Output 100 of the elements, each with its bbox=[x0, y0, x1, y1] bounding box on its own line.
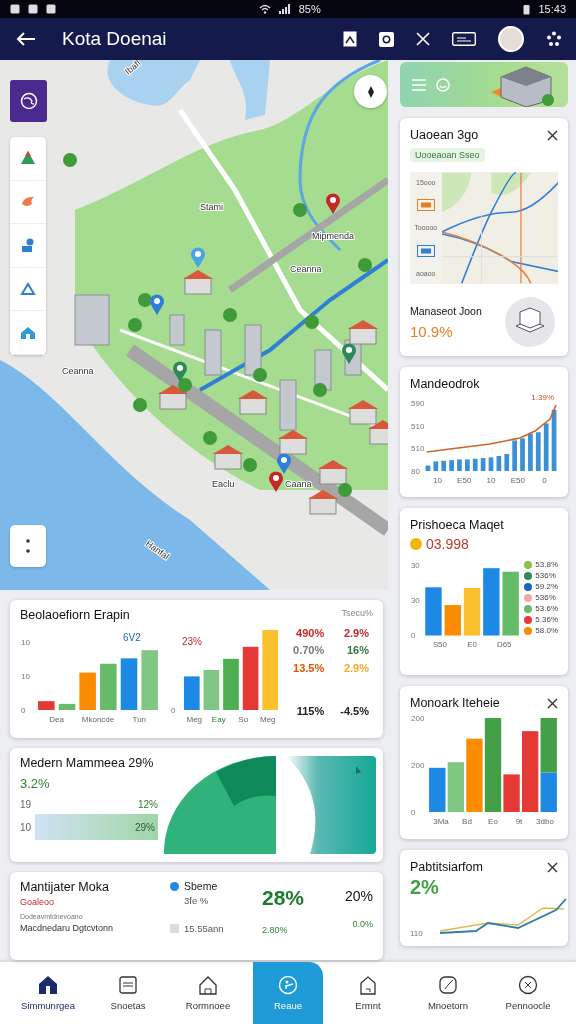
small-value: 2.80% bbox=[262, 925, 289, 935]
axis-label: 10 bbox=[21, 638, 30, 647]
chart-bar bbox=[38, 701, 55, 710]
card-title: Mandeodrok bbox=[410, 377, 481, 391]
axis-label: 3dbo bbox=[536, 817, 554, 826]
gauge-value: 3.2% bbox=[20, 776, 51, 791]
chart-bar bbox=[441, 460, 447, 471]
tree-drawing bbox=[293, 203, 307, 217]
more-icon bbox=[26, 539, 30, 553]
house-drawing bbox=[238, 390, 268, 415]
chart-bar bbox=[504, 454, 510, 471]
axis-label: So bbox=[238, 715, 249, 724]
map-label: Ceanna bbox=[290, 264, 322, 274]
value-label: 6V2 bbox=[123, 632, 141, 643]
nav-tab[interactable]: Ermnt bbox=[333, 962, 403, 1024]
battery-level: 85% bbox=[298, 3, 321, 15]
map-label: Caana bbox=[285, 479, 312, 489]
map-pin[interactable] bbox=[342, 343, 356, 364]
chart-bar bbox=[480, 458, 486, 471]
nav-tab[interactable]: Snoetas bbox=[93, 962, 163, 1024]
stat-value: 2.9% bbox=[343, 661, 369, 675]
card-title: Beolaoefiorn Erapin bbox=[20, 608, 130, 622]
chart-bar bbox=[79, 672, 96, 710]
axis-label: Mkoncde bbox=[81, 715, 115, 724]
back-arrow-icon[interactable] bbox=[16, 31, 36, 47]
house-drawing bbox=[318, 460, 348, 485]
small-value: 0.0% bbox=[351, 919, 373, 929]
nav-tab[interactable]: Simmunrgea bbox=[13, 962, 83, 1024]
tree-drawing bbox=[178, 378, 192, 392]
close-icon[interactable] bbox=[547, 861, 558, 873]
tree-drawing bbox=[133, 398, 147, 412]
record-icon[interactable] bbox=[379, 31, 394, 47]
map-pin[interactable] bbox=[269, 471, 283, 492]
chart-bar bbox=[457, 459, 462, 471]
tree-drawing bbox=[338, 483, 352, 497]
nav-tab[interactable]: Pennoocle bbox=[493, 962, 563, 1024]
home-icon bbox=[38, 975, 58, 995]
axis-label: Tun bbox=[132, 715, 147, 724]
close-icon[interactable] bbox=[547, 697, 558, 709]
chart-bar bbox=[58, 703, 76, 710]
axis-label: 19 bbox=[20, 799, 32, 810]
chart-bar bbox=[465, 459, 470, 471]
tree-drawing bbox=[358, 258, 372, 272]
house-drawing bbox=[213, 445, 243, 470]
chart-bar bbox=[535, 432, 541, 471]
tree-drawing bbox=[313, 383, 327, 397]
nav-tab[interactable]: Rormnoee bbox=[173, 962, 243, 1024]
chart-bar bbox=[512, 440, 517, 471]
card-icon[interactable] bbox=[452, 32, 476, 46]
map-pin[interactable] bbox=[326, 193, 340, 214]
tree-drawing bbox=[223, 308, 237, 322]
axis-label: 30 bbox=[411, 560, 420, 570]
tree-drawing bbox=[253, 368, 267, 382]
axis-label: 3Ma bbox=[433, 817, 449, 826]
layers-button[interactable] bbox=[10, 80, 47, 122]
map-label: Eaclu bbox=[212, 479, 235, 489]
metric-value: 10.9% bbox=[410, 322, 454, 340]
tower-drawing bbox=[204, 329, 222, 376]
stat-value: 2.9% bbox=[343, 627, 369, 641]
tree-drawing bbox=[128, 318, 142, 332]
metric-label: Manaseot Joon bbox=[410, 304, 482, 317]
tower-drawing bbox=[244, 324, 262, 376]
card-title: Mantijater Moka bbox=[20, 880, 110, 894]
map-pin[interactable] bbox=[191, 247, 205, 268]
chart-bar bbox=[223, 658, 239, 710]
tree-drawing bbox=[305, 315, 319, 329]
axis-label: 590 bbox=[411, 399, 425, 408]
stat-value: 115% bbox=[296, 704, 325, 718]
avatar[interactable] bbox=[498, 26, 524, 52]
axis-label: S50 bbox=[432, 640, 447, 650]
tower-drawing bbox=[279, 379, 297, 431]
image-icon[interactable] bbox=[343, 31, 357, 47]
card-subtitle: Goaleoo bbox=[20, 897, 56, 907]
card-detail: Macdnedaru Dgtcvtonn bbox=[20, 923, 115, 933]
value-label: 23% bbox=[182, 636, 202, 647]
map-pin[interactable] bbox=[150, 294, 164, 315]
axis-label: Meg bbox=[259, 715, 276, 724]
map-label: Ibafl bbox=[122, 60, 143, 77]
legend-label: 59.2% bbox=[535, 582, 558, 591]
status-chip: Uooeaoan Sseo bbox=[410, 148, 485, 162]
axis-label: E50 bbox=[457, 476, 472, 485]
stat-value: 16% bbox=[346, 644, 369, 658]
card-title: Uaoean 3go bbox=[410, 128, 479, 142]
axis-label: 200 bbox=[411, 761, 425, 770]
dots-menu-icon[interactable] bbox=[546, 31, 562, 47]
corner-label: Tsecu% bbox=[341, 608, 373, 618]
legend-square bbox=[170, 924, 179, 933]
screen-title: Kota Doenai bbox=[62, 28, 168, 50]
tower-drawing bbox=[169, 314, 185, 346]
map-pin[interactable] bbox=[173, 361, 187, 382]
house-drawing bbox=[308, 490, 338, 515]
nav-tab[interactable]: Mnoetorn bbox=[413, 962, 483, 1024]
axis-label: Meg bbox=[186, 715, 203, 724]
chart-bar bbox=[444, 605, 461, 636]
map-pin[interactable] bbox=[277, 453, 291, 474]
chart-bar bbox=[183, 676, 200, 710]
close-icon[interactable] bbox=[547, 129, 558, 141]
tent-icon bbox=[20, 150, 36, 167]
legend-label: 5.36% bbox=[535, 615, 558, 624]
coin-icon bbox=[410, 538, 422, 550]
